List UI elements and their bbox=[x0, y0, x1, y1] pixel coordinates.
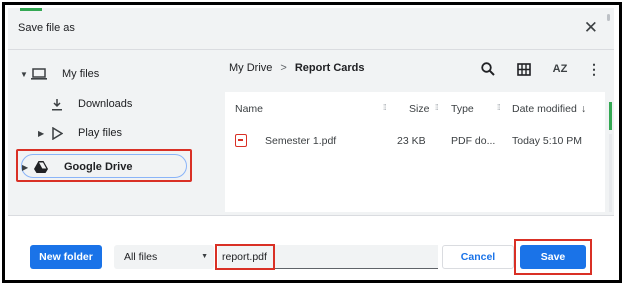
download-icon bbox=[48, 96, 66, 112]
scrollbar-thumb[interactable] bbox=[609, 102, 612, 130]
new-folder-button[interactable]: New folder bbox=[30, 245, 102, 269]
breadcrumb-parent[interactable]: My Drive bbox=[229, 62, 272, 74]
column-header-size[interactable]: Size bbox=[409, 103, 429, 115]
column-header-date-modified[interactable]: Date modified bbox=[512, 103, 577, 115]
table-row[interactable]: Semester 1.pdf 23 KB PDF do... Today 5:1… bbox=[225, 128, 605, 154]
file-size: 23 KB bbox=[397, 135, 426, 147]
window-edge-marker bbox=[607, 14, 610, 21]
caret-down-icon: ▼ bbox=[201, 253, 208, 260]
sidebar: ▼ My files Downloads ▶ Play files ▶ Goog… bbox=[8, 50, 213, 215]
more-vert-icon[interactable]: ⋮ bbox=[583, 58, 605, 80]
sidebar-item-play-files[interactable]: ▶ Play files bbox=[38, 125, 122, 141]
column-resize-handle[interactable]: ⁞⁞ bbox=[383, 103, 387, 112]
column-resize-handle[interactable]: ⁞⁞ bbox=[497, 103, 501, 112]
file-type-selected: All files bbox=[124, 251, 158, 263]
column-header-type[interactable]: Type bbox=[451, 103, 474, 115]
sidebar-item-my-files[interactable]: ▼ My files bbox=[20, 66, 99, 82]
save-file-dialog: Save file as ✕ ▼ My files Downloads ▶ Pl… bbox=[8, 8, 614, 277]
grid-view-icon[interactable] bbox=[513, 58, 535, 80]
save-highlight-box bbox=[514, 239, 592, 275]
laptop-icon bbox=[30, 66, 48, 82]
file-list: Name ⁞⁞ Size ⁞⁞ Type ⁞⁞ Date modified ↓ … bbox=[225, 92, 605, 212]
sidebar-item-label: Google Drive bbox=[64, 161, 133, 173]
scrollbar-track[interactable] bbox=[609, 134, 612, 212]
sidebar-item-downloads[interactable]: Downloads bbox=[48, 96, 132, 112]
file-type-select[interactable]: All files ▼ bbox=[114, 245, 214, 269]
file-type: PDF do... bbox=[451, 135, 496, 147]
cancel-button[interactable]: Cancel bbox=[442, 245, 514, 269]
filename-highlight-box bbox=[215, 244, 275, 270]
caret-down-icon[interactable]: ▼ bbox=[20, 70, 30, 79]
file-name: Semester 1.pdf bbox=[265, 135, 337, 147]
caret-right-icon[interactable]: ▶ bbox=[22, 163, 32, 172]
column-resize-handle[interactable]: ⁞⁞ bbox=[435, 103, 439, 112]
file-date-modified: Today 5:10 PM bbox=[512, 135, 583, 147]
sidebar-item-label: Downloads bbox=[78, 98, 133, 110]
sidebar-item-label: My files bbox=[62, 68, 100, 80]
google-drive-icon bbox=[32, 159, 50, 175]
breadcrumb-current: Report Cards bbox=[294, 62, 365, 74]
sidebar-item-google-drive[interactable]: ▶ Google Drive bbox=[22, 159, 132, 175]
search-icon[interactable] bbox=[477, 58, 499, 80]
dialog-title: Save file as bbox=[18, 22, 75, 34]
footer-bar: New folder All files ▼ report.pdf Cancel… bbox=[8, 215, 614, 277]
title-bar: Save file as ✕ bbox=[8, 8, 614, 50]
pdf-icon bbox=[235, 134, 247, 147]
column-header-name[interactable]: Name bbox=[235, 103, 263, 115]
chevron-right-icon: > bbox=[280, 62, 287, 74]
sort-az-icon[interactable]: AZ bbox=[549, 58, 571, 80]
sidebar-item-label: Play files bbox=[78, 127, 123, 139]
breadcrumb: My Drive > Report Cards bbox=[229, 62, 365, 74]
sort-arrow-down-icon[interactable]: ↓ bbox=[581, 103, 586, 115]
play-store-icon bbox=[48, 125, 66, 141]
caret-right-icon[interactable]: ▶ bbox=[38, 129, 48, 138]
main-pane: My Drive > Report Cards AZ ⋮ Name ⁞⁞ Siz… bbox=[213, 50, 614, 215]
close-icon[interactable]: ✕ bbox=[584, 19, 598, 36]
